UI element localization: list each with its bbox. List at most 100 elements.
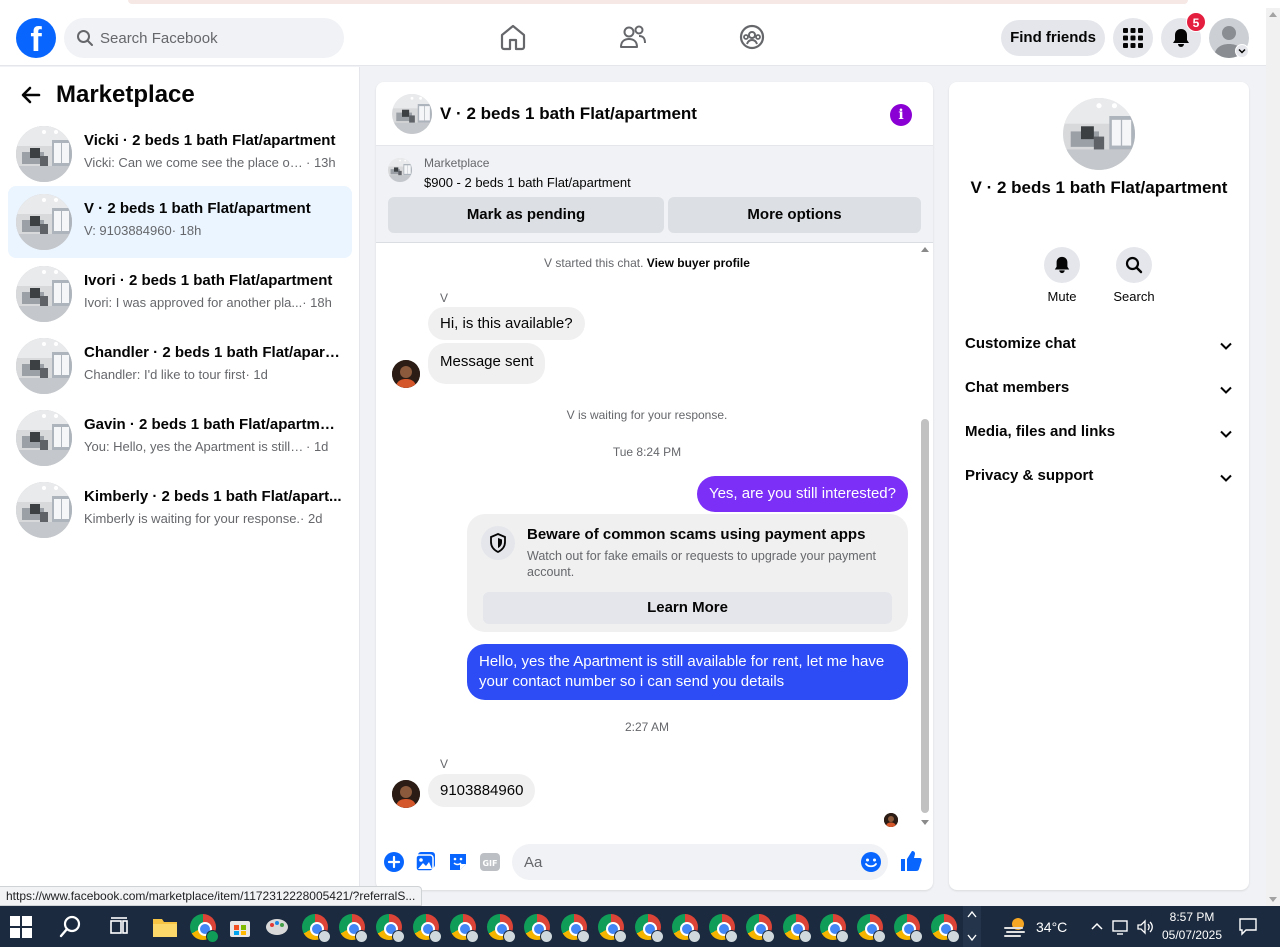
outgoing-message[interactable]: Hello, yes the Apartment is still availa… <box>467 644 908 700</box>
emoji-icon[interactable] <box>860 851 882 873</box>
chrome-window-icon[interactable] <box>598 914 627 943</box>
mute-button[interactable]: Mute <box>1032 247 1092 304</box>
chevron-down-icon <box>1238 48 1246 54</box>
incoming-message[interactable]: 9103884960 <box>428 774 536 807</box>
chrome-window-icon[interactable] <box>894 914 923 943</box>
listing-mini-thumbnail[interactable] <box>388 158 412 182</box>
chrome-window-icon[interactable] <box>302 914 331 943</box>
paint-icon[interactable] <box>264 915 290 939</box>
search-icon[interactable] <box>58 914 84 940</box>
info-icon[interactable]: i <box>890 104 912 126</box>
customize-chat-row[interactable]: Customize chat <box>965 335 1233 359</box>
chrome-window-icon[interactable] <box>339 914 368 943</box>
plus-circle-icon[interactable] <box>383 851 405 873</box>
notification-center-icon[interactable] <box>1238 916 1258 936</box>
scam-warning-body: Watch out for fake emails or requests to… <box>527 549 877 579</box>
message-input[interactable] <box>524 844 844 880</box>
bell-icon <box>1054 256 1070 274</box>
listing-thumbnail <box>16 266 72 322</box>
sender-name: V <box>440 757 449 771</box>
windows-start-icon[interactable] <box>10 916 32 938</box>
conversation-item[interactable]: Ivori · 2 beds 1 bath Flat/apartment Ivo… <box>8 258 352 330</box>
learn-more-button[interactable]: Learn More <box>483 592 892 624</box>
notification-badge: 5 <box>1186 12 1206 32</box>
chrome-window-icon[interactable] <box>376 914 405 943</box>
privacy-support-row[interactable]: Privacy & support <box>965 467 1233 491</box>
chevron-up-icon[interactable] <box>1090 920 1104 934</box>
incoming-message[interactable]: Hi, is this available? <box>428 307 585 340</box>
listing-price[interactable]: $900 - 2 beds 1 bath Flat/apartment <box>424 175 631 190</box>
chat-title[interactable]: V · 2 beds 1 bath Flat/apartment <box>440 104 697 124</box>
chat-members-row[interactable]: Chat members <box>965 379 1233 403</box>
conversation-item[interactable]: Chandler · 2 beds 1 bath Flat/apart... C… <box>8 330 352 402</box>
sender-avatar[interactable] <box>392 360 420 388</box>
page-scrollbar[interactable] <box>1266 8 1280 906</box>
find-friends-button[interactable]: Find friends <box>1001 20 1105 56</box>
sticker-icon[interactable] <box>447 851 469 873</box>
chat-thumbnail[interactable] <box>392 94 432 134</box>
network-icon[interactable] <box>1112 918 1130 936</box>
chrome-window-icon[interactable] <box>746 914 775 943</box>
mark-as-pending-button[interactable]: Mark as pending <box>388 197 664 233</box>
back-button[interactable] <box>16 80 46 110</box>
task-view-icon[interactable] <box>108 916 130 938</box>
listing-large-thumbnail[interactable] <box>1063 98 1135 170</box>
tab-edge <box>128 0 1188 4</box>
groups-icon[interactable] <box>737 22 767 52</box>
chrome-window-icon[interactable] <box>524 914 553 943</box>
svg-text:GIF: GIF <box>482 859 497 868</box>
chrome-window-icon[interactable] <box>487 914 516 943</box>
browser-top-strip <box>0 0 1280 8</box>
conversation-item-active[interactable]: V · 2 beds 1 bath Flat/apartment V: 9103… <box>8 186 352 258</box>
sender-name: V <box>440 291 449 305</box>
chevron-down-icon <box>1220 342 1232 350</box>
incoming-message[interactable]: Message sent <box>428 343 546 384</box>
chrome-app-icon[interactable] <box>190 914 219 943</box>
temperature-text: 34°C <box>1036 919 1068 935</box>
image-icon[interactable] <box>415 851 437 873</box>
conversation-item[interactable]: Kimberly · 2 beds 1 bath Flat/apart... K… <box>8 474 352 546</box>
chrome-window-icon[interactable] <box>931 914 960 943</box>
conversation-item[interactable]: Vicki · 2 beds 1 bath Flat/apartment Vic… <box>8 118 352 190</box>
menu-button[interactable] <box>1113 18 1153 58</box>
chrome-window-icon[interactable] <box>820 914 849 943</box>
account-caret[interactable] <box>1235 44 1249 58</box>
search-box[interactable] <box>64 18 344 58</box>
facebook-logo-icon[interactable]: f <box>16 18 56 58</box>
view-buyer-profile-link[interactable]: View buyer profile <box>647 256 750 270</box>
chrome-window-icon[interactable] <box>561 914 590 943</box>
thumbs-up-icon[interactable] <box>899 849 923 873</box>
top-navigation-bar: f Find friends 5 <box>0 8 1266 66</box>
conversation-info-panel: V · 2 beds 1 bath Flat/apartment Mute Se… <box>949 82 1249 890</box>
home-icon[interactable] <box>498 22 528 52</box>
chrome-window-icon[interactable] <box>783 914 812 943</box>
more-options-button[interactable]: More options <box>668 197 921 233</box>
chat-scrollbar[interactable] <box>918 243 932 829</box>
media-files-links-row[interactable]: Media, files and links <box>965 423 1233 447</box>
chrome-window-icon[interactable] <box>672 914 701 943</box>
clock-time[interactable]: 8:57 PM <box>1162 910 1222 924</box>
taskbar-overflow-scroller[interactable] <box>963 906 981 947</box>
conversation-item[interactable]: Gavin · 2 beds 1 bath Flat/apartment You… <box>8 402 352 474</box>
chrome-window-icon[interactable] <box>635 914 664 943</box>
search-in-conversation-button[interactable]: Search <box>1104 247 1164 304</box>
chrome-window-icon[interactable] <box>413 914 442 943</box>
clock-date[interactable]: 05/07/2025 <box>1158 928 1226 942</box>
chrome-window-icon[interactable] <box>857 914 886 943</box>
sidebar-header: Marketplace <box>16 79 195 111</box>
sender-avatar[interactable] <box>392 780 420 808</box>
friends-icon[interactable] <box>618 22 648 52</box>
file-explorer-icon[interactable] <box>152 916 178 938</box>
outgoing-message[interactable]: Yes, are you still interested? <box>696 476 908 512</box>
store-icon[interactable] <box>228 915 252 939</box>
chrome-window-icon[interactable] <box>709 914 738 943</box>
gif-icon[interactable]: GIF <box>479 851 501 873</box>
volume-icon[interactable] <box>1136 918 1154 936</box>
message-composer: GIF <box>376 838 933 890</box>
search-input[interactable] <box>100 18 336 58</box>
message-input-box[interactable] <box>512 844 888 880</box>
chrome-window-icon[interactable] <box>450 914 479 943</box>
weather-icon[interactable] <box>1002 914 1030 940</box>
listing-thumbnail <box>16 410 72 466</box>
conversation-preview: Chandler: I'd like to tour first · 1d <box>84 367 268 382</box>
